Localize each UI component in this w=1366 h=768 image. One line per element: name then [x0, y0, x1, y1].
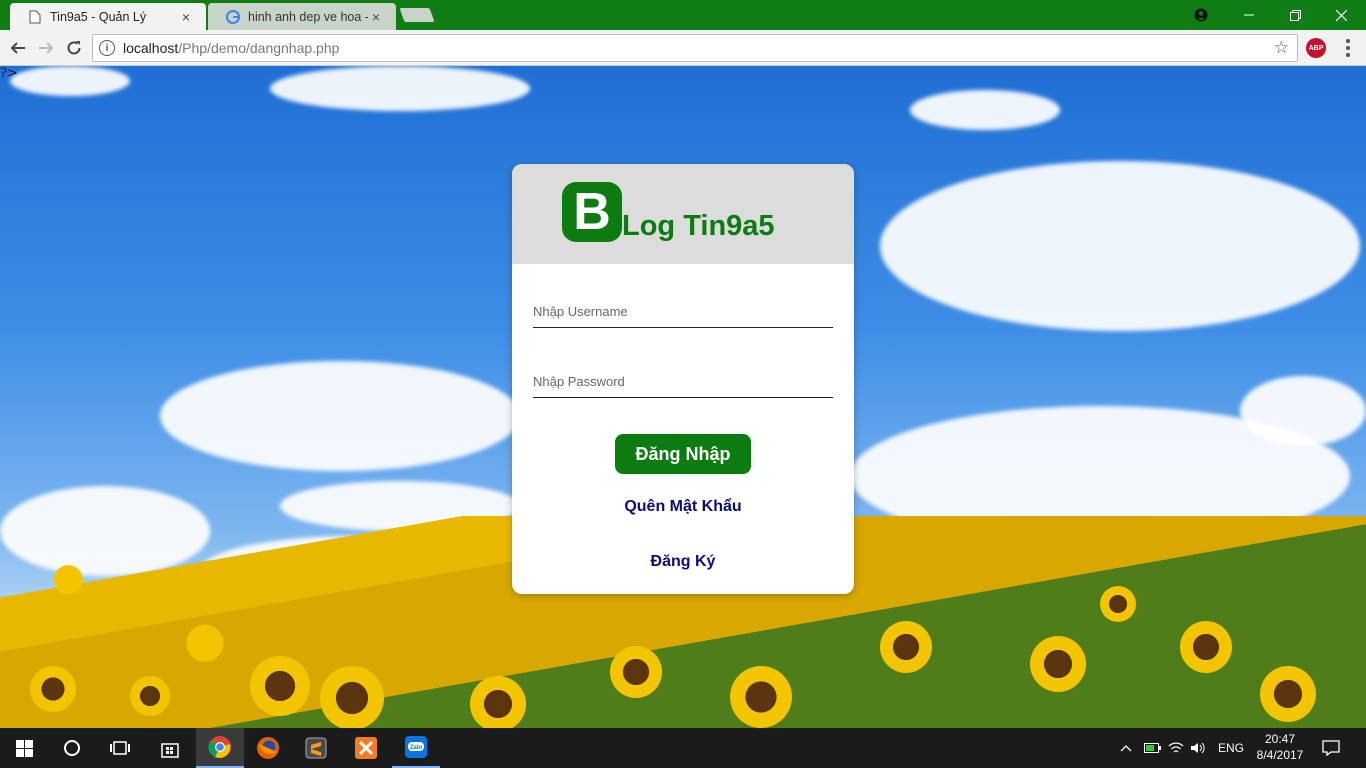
task-view-icon[interactable]: [96, 728, 144, 768]
sunflower: [610, 646, 662, 698]
show-hidden-icons-icon[interactable]: [1120, 728, 1140, 768]
chrome-icon[interactable]: [196, 728, 244, 768]
sunflower: [130, 676, 170, 716]
browser-menu-icon[interactable]: [1340, 36, 1356, 60]
url-host: localhost: [123, 40, 179, 56]
sunflower: [880, 621, 932, 673]
login-card: B Log Tin9a5 Đăng Nhập Quên Mật Khẩu Đăn…: [512, 164, 854, 594]
battery-icon[interactable]: [1144, 728, 1164, 768]
close-window-icon[interactable]: [1318, 0, 1364, 30]
close-icon[interactable]: ×: [368, 9, 384, 25]
bookmark-star-icon[interactable]: ☆: [1274, 38, 1289, 58]
card-header: B Log Tin9a5: [512, 164, 854, 264]
tab-google-search[interactable]: hinh anh dep ve hoa - Ti ×: [208, 3, 396, 30]
store-icon[interactable]: [146, 728, 194, 768]
windows-start-icon[interactable]: [0, 728, 48, 768]
sunflower: [730, 666, 792, 728]
page-icon: [28, 10, 42, 24]
sunflower: [470, 676, 526, 728]
sunflower: [320, 666, 384, 728]
logo-title: Log Tin9a5: [622, 210, 775, 242]
new-tab-button[interactable]: [399, 8, 435, 22]
google-icon: [226, 9, 240, 24]
wifi-icon[interactable]: [1168, 728, 1188, 768]
sunflower: [1100, 586, 1136, 622]
browser-toolbar: i localhost/Php/demo/dangnhap.php ☆ ABP: [0, 30, 1366, 66]
logo-badge: B: [562, 182, 622, 242]
tab-label: Tin9a5 - Quản Lý: [50, 9, 147, 24]
profile-icon[interactable]: [1178, 0, 1224, 30]
sunflower: [1180, 621, 1232, 673]
background-cloud: [160, 361, 520, 471]
background-cloud: [910, 90, 1060, 130]
info-icon[interactable]: i: [99, 40, 115, 56]
system-clock[interactable]: 20:47 8/4/2017: [1250, 731, 1310, 763]
tab-tin9a5[interactable]: Tin9a5 - Quản Lý ×: [10, 3, 206, 30]
username-input[interactable]: [533, 296, 833, 328]
reload-icon[interactable]: [62, 36, 86, 60]
language-indicator[interactable]: ENG: [1218, 728, 1248, 768]
sunflower: [1260, 666, 1316, 722]
sublime-text-icon[interactable]: [292, 728, 340, 768]
minimize-icon[interactable]: [1226, 0, 1272, 30]
url-path: /Php/demo/dangnhap.php: [178, 40, 340, 56]
sunflower: [250, 656, 310, 716]
background-cloud: [10, 66, 130, 96]
page-viewport: ?> B Log Tin9a5 Đăng Nhập Quên Mật Khẩu …: [0, 66, 1366, 728]
notification-center-icon[interactable]: [1322, 728, 1344, 768]
close-icon[interactable]: ×: [178, 9, 194, 25]
firefox-icon[interactable]: [244, 728, 292, 768]
register-link[interactable]: Đăng Ký: [512, 553, 854, 571]
background-cloud: [880, 161, 1360, 331]
xampp-icon[interactable]: [342, 728, 390, 768]
login-button[interactable]: Đăng Nhập: [615, 434, 751, 474]
stray-php-tag: ?>: [0, 66, 18, 81]
volume-icon[interactable]: [1190, 728, 1210, 768]
restore-icon[interactable]: [1272, 0, 1318, 30]
address-bar[interactable]: i localhost/Php/demo/dangnhap.php ☆: [92, 34, 1298, 62]
taskbar: Zalo ENG 20:47 8/4/2017: [0, 728, 1366, 768]
clock-time: 20:47: [1264, 732, 1296, 746]
forgot-password-link[interactable]: Quên Mật Khẩu: [512, 498, 854, 516]
browser-titlebar: Tin9a5 - Quản Lý × hinh anh dep ve hoa -…: [0, 0, 1366, 30]
adblock-plus-icon[interactable]: ABP: [1306, 38, 1326, 58]
forward-icon[interactable]: [34, 36, 58, 60]
background-cloud: [270, 66, 530, 111]
sunflower: [1030, 636, 1086, 692]
sunflower: [30, 666, 76, 712]
svg-text:Zalo: Zalo: [410, 745, 423, 751]
back-icon[interactable]: [6, 36, 30, 60]
tab-label: hinh anh dep ve hoa - Ti: [248, 9, 368, 24]
cortana-search-icon[interactable]: [48, 728, 96, 768]
password-input[interactable]: [533, 366, 833, 398]
clock-date: 8/4/2017: [1256, 748, 1304, 762]
zalo-icon[interactable]: Zalo: [392, 728, 440, 768]
